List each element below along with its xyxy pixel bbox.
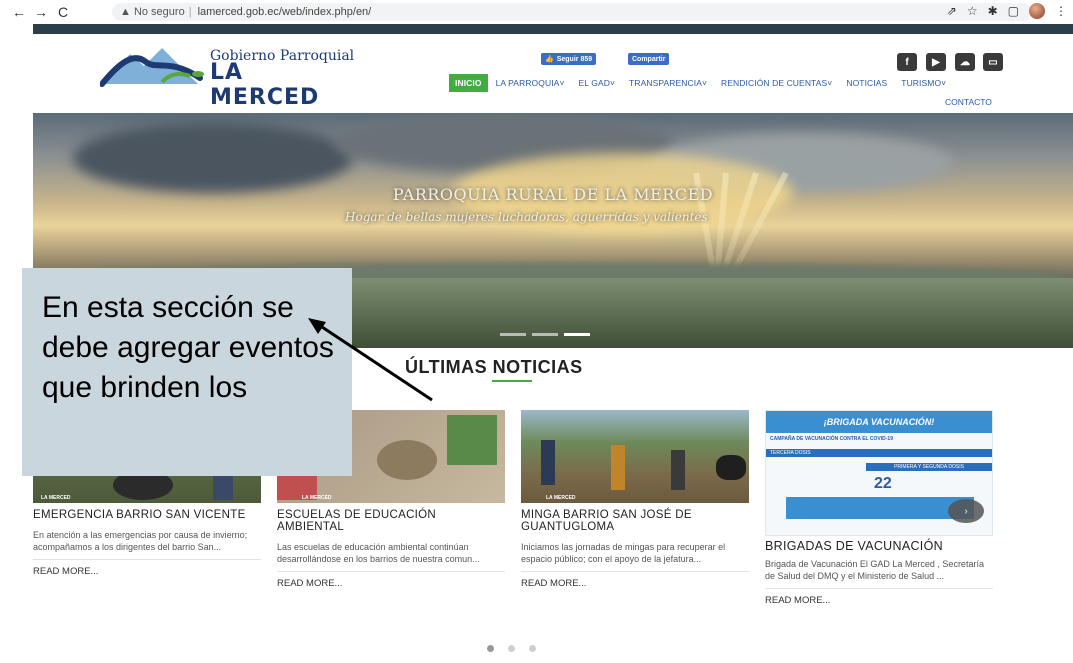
news-card-title[interactable]: BRIGADAS DE VACUNACIÓN: [765, 540, 993, 553]
news-card-divider: [277, 571, 505, 572]
image-pots: [377, 440, 437, 480]
url-divider: |: [188, 6, 192, 18]
extensions-icon[interactable]: ✱: [988, 4, 998, 18]
news-card-excerpt: En atención a las emergencias por causa …: [33, 530, 248, 552]
news-card[interactable]: LA MERCED MINGA BARRIO SAN JOSÉ DE GUANT…: [521, 410, 749, 589]
nav-turismo[interactable]: TURISMO˅: [901, 78, 946, 88]
poster-heading: ¡BRIGADA VACUNACIÓN!: [766, 411, 992, 433]
page-root: ← → C ▲ No seguro | lamerced.gob.ec/web/…: [0, 0, 1073, 663]
hero-subtitle: Hogar de bellas mujeres luchadoras, ague…: [345, 210, 708, 224]
news-title-underline: [492, 380, 532, 382]
side-panel-icon[interactable]: ▢: [1008, 4, 1019, 18]
image-watermark: LA MERCED: [41, 495, 71, 501]
pagination-dot[interactable]: [487, 645, 494, 652]
back-arrow-icon: ←: [12, 4, 26, 20]
read-more-link[interactable]: READ MORE...: [765, 595, 993, 606]
main-nav: INICIO LA PARROQUIA˅ EL GAD˅ TRANSPARENC…: [449, 74, 960, 92]
news-pagination: [487, 645, 536, 652]
news-card-divider: [521, 571, 749, 572]
follow-label: Seguir 859: [556, 55, 593, 63]
back-button[interactable]: ←: [8, 2, 30, 22]
hero-title: PARROQUIA RURAL DE LA MERCED: [392, 185, 714, 204]
pagination-dot[interactable]: [508, 645, 515, 652]
nav-noticias[interactable]: NOTICIAS: [846, 78, 887, 88]
image-watermark: LA MERCED: [302, 495, 332, 501]
image-watermark: LA MERCED: [546, 495, 576, 501]
bookmark-star-icon[interactable]: ☆: [967, 4, 978, 18]
news-card-excerpt: Iniciamos las jornadas de mingas para re…: [521, 542, 726, 564]
next-slide-icon[interactable]: ›: [948, 499, 984, 523]
nav-contacto[interactable]: CONTACTO: [945, 97, 992, 107]
news-section-title: ÚLTIMAS NOTICIAS: [405, 357, 583, 377]
news-card-title[interactable]: ESCUELAS DE EDUCACIÓN AMBIENTAL: [277, 509, 505, 533]
poster-subtitle: CAMPAÑA DE VACUNACIÓN CONTRA EL COVID-19: [770, 436, 893, 442]
hero-cloud: [73, 123, 353, 193]
image-worker: [671, 450, 685, 490]
news-card-excerpt: Las escuelas de educación ambiental cont…: [277, 542, 480, 564]
slider-dot[interactable]: [532, 333, 558, 336]
nav-inicio[interactable]: INICIO: [449, 74, 488, 92]
mountain-logo-icon: [99, 48, 204, 87]
forward-button[interactable]: →: [30, 2, 52, 22]
nav-la-parroquia[interactable]: LA PARROQUIA˅: [496, 78, 565, 88]
news-card-image[interactable]: LA MERCED: [521, 410, 749, 503]
image-worker: [611, 445, 625, 490]
news-card-divider: [765, 588, 993, 589]
facebook-follow-button[interactable]: 👍 Seguir 859: [541, 53, 597, 65]
news-card-excerpt: Brigada de Vacunación El GAD La Merced ,…: [765, 559, 984, 581]
read-more-link[interactable]: READ MORE...: [33, 566, 261, 577]
poster-first-dose: PRIMERA Y SEGUNDA DOSIS: [866, 463, 992, 471]
read-more-link[interactable]: READ MORE...: [521, 578, 749, 589]
share-button[interactable]: Compartir: [628, 53, 670, 65]
youtube-icon[interactable]: ▶: [926, 53, 946, 71]
cloud-icon[interactable]: ☁: [955, 53, 975, 71]
poster-locations-block: [786, 497, 974, 519]
reload-icon: C: [57, 4, 69, 20]
address-bar[interactable]: ▲ No seguro | lamerced.gob.ec/web/index.…: [112, 3, 1032, 21]
logo-title: LA MERCED: [210, 60, 320, 110]
url-text: lamerced.gob.ec/web/index.php/en/: [197, 6, 372, 18]
read-more-link[interactable]: READ MORE...: [277, 578, 505, 589]
news-card-title[interactable]: MINGA BARRIO SAN JOSÉ DE GUANTUGLOMA: [521, 509, 749, 533]
hero-slider-indicators: [500, 333, 590, 336]
reload-button[interactable]: C: [52, 2, 74, 22]
thumbs-up-icon: 👍: [545, 56, 554, 63]
facebook-icon[interactable]: f: [897, 53, 917, 71]
share-icon[interactable]: ⇗: [947, 4, 957, 18]
nav-rendicion-cuentas[interactable]: RENDICIÓN DE CUENTAS˅: [721, 78, 832, 88]
news-card-divider: [33, 559, 261, 560]
nav-transparencia[interactable]: TRANSPARENCIA˅: [629, 78, 707, 88]
site-logo[interactable]: Gobierno Parroquial LA MERCED: [99, 40, 360, 110]
image-cow: [716, 455, 746, 480]
image-plants: [447, 415, 497, 465]
annotation-box: En esta sección se debe agregar eventos …: [22, 268, 352, 476]
nav-el-gad[interactable]: EL GAD˅: [579, 78, 616, 88]
news-card-title[interactable]: EMERGENCIA BARRIO SAN VICENTE: [33, 509, 261, 521]
poster-date: 22: [874, 475, 892, 492]
browser-actions: ⇗ ☆ ✱ ▢ ⋮: [947, 3, 1067, 19]
slider-dot[interactable]: [564, 333, 590, 336]
security-warning: ▲ No seguro: [120, 6, 185, 18]
profile-avatar[interactable]: [1029, 3, 1045, 19]
slider-dot[interactable]: [500, 333, 526, 336]
news-card-image[interactable]: ¡BRIGADA VACUNACIÓN! CAMPAÑA DE VACUNACI…: [765, 410, 993, 536]
top-strip: [33, 24, 1073, 34]
image-worker: [541, 440, 555, 485]
news-card[interactable]: ¡BRIGADA VACUNACIÓN! CAMPAÑA DE VACUNACI…: [765, 410, 993, 606]
annotation-text: En esta sección se debe agregar eventos …: [42, 291, 334, 404]
pagination-dot[interactable]: [529, 645, 536, 652]
chat-icon[interactable]: ▭: [983, 53, 1003, 71]
browser-menu-icon[interactable]: ⋮: [1055, 4, 1067, 18]
poster-third-dose: TERCERA DOSIS: [766, 449, 992, 457]
share-label: Compartir: [632, 55, 666, 63]
forward-arrow-icon: →: [34, 4, 48, 20]
